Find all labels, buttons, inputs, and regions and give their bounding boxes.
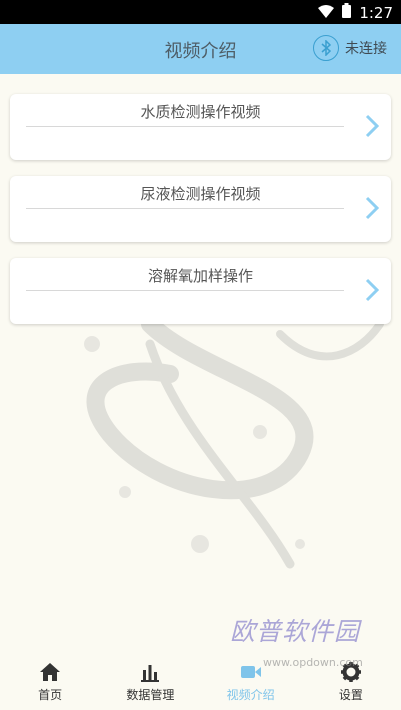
divider (26, 208, 344, 209)
chevron-right-icon (365, 114, 380, 142)
nav-label: 设置 (338, 688, 363, 702)
nav-home[interactable]: 首页 (0, 655, 100, 710)
video-item-label: 水质检测操作视频 (140, 103, 261, 121)
video-item-urine[interactable]: 尿液检测操作视频 (10, 176, 391, 242)
chevron-right-icon (365, 196, 380, 224)
wifi-icon (318, 4, 335, 22)
bluetooth-status-label: 未连接 (345, 41, 387, 57)
video-item-dissolved-oxygen[interactable]: 溶解氧加样操作 (10, 258, 391, 324)
nav-data-management[interactable]: 数据管理 (100, 655, 200, 710)
status-time: 1:27 (359, 3, 393, 22)
video-icon (240, 661, 262, 683)
site-watermark: 欧普软件园 (230, 617, 361, 646)
bar-chart-icon (140, 661, 160, 683)
nav-label: 视频介绍 (226, 688, 275, 702)
video-item-label: 尿液检测操作视频 (140, 185, 261, 203)
nav-label: 数据管理 (126, 688, 175, 702)
dna-background-graphic (84, 315, 384, 569)
status-bar: 1:27 (0, 0, 401, 24)
video-list-area: 水质检测操作视频 尿液检测操作视频 溶解氧加样操作 (0, 74, 401, 655)
nav-label: 首页 (38, 688, 63, 702)
bluetooth-icon (313, 35, 339, 61)
divider (26, 290, 344, 291)
battery-icon (342, 3, 352, 22)
chevron-right-icon (365, 278, 380, 306)
bluetooth-status-button[interactable]: 未连接 (313, 35, 387, 61)
app-header: 视频介绍 未连接 (0, 24, 401, 74)
site-watermark-url: www.opdown.com (263, 656, 363, 669)
video-item-label: 溶解氧加样操作 (147, 267, 253, 285)
home-icon (39, 661, 61, 683)
video-item-water-quality[interactable]: 水质检测操作视频 (10, 94, 391, 160)
divider (26, 126, 344, 127)
